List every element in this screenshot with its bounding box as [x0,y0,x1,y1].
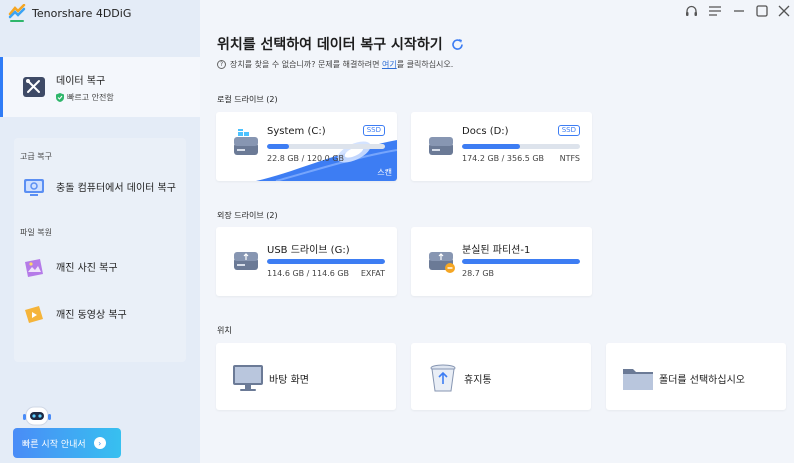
drive-size: 22.8 GB / 120.0 GB [267,154,344,163]
drive-card-docs-d[interactable]: Docs (D:) SSD 174.2 GB / 356.5 GB NTFS [411,112,592,181]
maximize-icon[interactable] [755,4,769,18]
drive-usage-fill [462,259,580,264]
drive-name: 분실된 파티션-1 [462,245,531,256]
sidebar-item-broken-video[interactable]: 깨진 동영상 복구 [22,303,176,327]
crashed-computer-icon [24,179,44,196]
drive-size: 174.2 GB / 356.5 GB [462,154,545,163]
help-link[interactable]: 여기 [382,60,397,69]
file-system: EXFAT [360,269,385,278]
refresh-icon[interactable] [451,38,464,51]
question-icon: ? [217,60,226,69]
sidebar-item-crash-computer[interactable]: 충돌 컴퓨터에서 데이터 복구 [22,176,176,200]
drive-card-system-c[interactable]: System (C:) SSD 22.8 GB / 120.0 GB 스캔 [216,112,397,181]
drive-size: 114.6 GB / 114.6 GB [267,269,350,278]
app-logo-icon [8,4,26,22]
drive-name: Docs (D:) [462,126,509,137]
quick-start-guide-button[interactable]: 빠른 시작 안내서 › [13,428,121,458]
usb-drive-icon [234,252,258,270]
headset-support-icon[interactable] [684,4,698,18]
file-repair-label: 파일 복원 [20,228,52,237]
advanced-panel [14,138,186,362]
close-icon[interactable] [777,4,791,18]
drive-name: System (C:) [267,126,326,137]
drive-usage-fill [267,144,290,149]
ssd-badge: SSD [362,125,385,136]
photo-repair-icon [25,259,43,277]
hard-drive-icon [429,137,453,155]
brand: Tenorshare 4DDiG [8,4,131,22]
location-name: 휴지통 [464,375,492,386]
drive-card-lost-partition[interactable]: 분실된 파티션-1 28.7 GB [411,227,592,296]
recycle-bin-icon [430,364,456,392]
drive-usage-bar [267,259,385,264]
external-drives-label: 외장 드라이브 (2) [217,211,278,220]
app-name: Tenorshare 4DDiG [32,6,132,20]
drive-usage-fill [462,144,520,149]
advanced-recovery-label: 고급 복구 [20,152,52,161]
location-name: 바탕 화면 [269,375,309,386]
location-desktop[interactable]: 바탕 화면 [216,343,396,410]
sidebar-item-title: 데이터 복구 [56,75,106,87]
arrow-right-icon: › [93,437,106,449]
folder-icon [623,369,653,390]
help-text: ? 장치를 찾을 수 없습니까? 문제를 해결하려면 여기를 클릭하십시오. [217,59,453,70]
sidebar-item-broken-photo[interactable]: 깨진 사진 복구 [22,256,176,280]
drive-name: USB 드라이브 (G:) [267,245,350,256]
drive-usage-bar [462,144,580,149]
location-select-folder[interactable]: 폴더를 선택하십시오 [606,343,786,410]
sidebar: Tenorshare 4DDiG 데이터 복구 빠르고 안전함 고급 복구 충돌… [0,0,200,463]
drive-usage-fill [267,259,385,264]
location-name: 폴더를 선택하십시오 [659,375,745,386]
drive-usage-bar [462,259,580,264]
page-title: 위치를 선택하여 데이터 복구 시작하기 [217,34,464,54]
drive-size: 28.7 GB [462,269,495,278]
location-recycle-bin[interactable]: 휴지통 [411,343,591,410]
drive-usage-bar [267,144,385,149]
monitor-icon [233,365,263,391]
location-label: 위치 [217,326,232,335]
local-drives-label: 로컬 드라이브 (2) [217,95,278,104]
tools-icon [23,77,45,97]
minimize-icon[interactable] [732,4,746,18]
video-repair-icon [25,306,43,323]
lost-partition-icon [429,252,455,273]
ssd-badge: SSD [557,125,580,136]
menu-icon[interactable] [708,4,722,18]
sidebar-item-subtitle: 빠르고 안전함 [56,92,114,103]
hard-drive-icon [234,129,258,155]
active-indicator [0,57,3,117]
scan-button[interactable]: 스캔 [377,167,392,178]
shield-icon [56,92,64,102]
sidebar-item-data-recovery[interactable]: 데이터 복구 빠르고 안전함 [0,57,200,117]
drive-card-usb-g[interactable]: USB 드라이브 (G:) 114.6 GB / 114.6 GB EXFAT [216,227,397,296]
file-system: NTFS [559,154,580,163]
